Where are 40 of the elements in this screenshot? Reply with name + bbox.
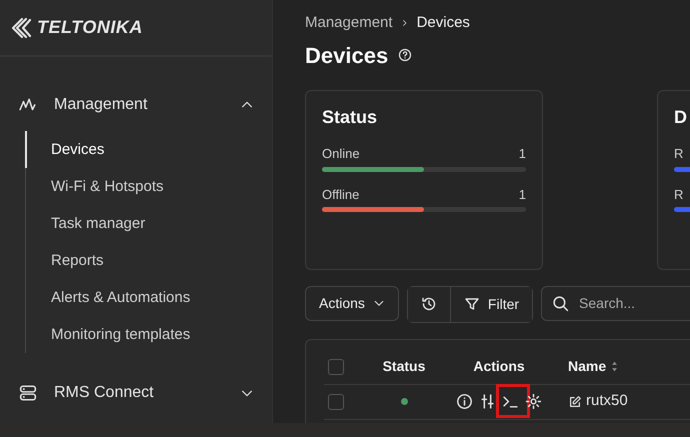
stat-label: R [674,145,684,164]
sidebar-item[interactable]: Reports [25,242,272,279]
stat-label: R [674,186,684,204]
search-field[interactable]: Search... [541,286,690,320]
device-name: rutx50 [586,391,628,412]
sidebar-item[interactable]: Devices [25,131,272,168]
logo-text: TELTONIKA [37,16,143,39]
column-header: Status [382,357,426,376]
filter-button[interactable]: Filter [450,286,532,322]
search-input[interactable]: Search... [577,292,690,314]
breadcrumb-item[interactable]: Management [305,12,393,34]
server-icon [18,384,38,402]
gear-icon[interactable] [525,393,542,410]
page-title: Devices [305,42,388,70]
select-all-checkbox[interactable] [328,358,344,374]
sidebar-item[interactable]: Monitoring templates [25,316,272,353]
card-title: D [674,106,688,128]
search-icon [552,294,570,312]
actions-button[interactable]: Actions [305,286,399,320]
stat-count: 1 [518,145,526,164]
stat-count: 1 [518,186,526,204]
sliders-icon[interactable] [479,393,496,410]
info-icon[interactable] [456,393,473,410]
sidebar-item[interactable]: Wi-Fi & Hotspots [25,168,272,205]
sidebar-item[interactable]: Task manager [25,205,272,242]
help-icon [398,48,412,62]
stat-label: Online [322,145,360,164]
breadcrumb-item: Devices [416,13,470,33]
sidebar-section[interactable]: Management [0,87,272,123]
card-title: Status [322,106,378,128]
history-icon [420,296,437,312]
column-header[interactable]: Name [568,356,620,377]
filter-icon [464,296,480,312]
row-checkbox[interactable] [328,394,344,410]
sidebar-item[interactable]: Alerts & Automations [25,279,272,316]
column-header: Actions [473,357,525,376]
stat-label: Offline [322,186,360,204]
sidebar-section[interactable]: RMS Connect [0,375,272,411]
chevron-right-icon [400,18,409,28]
edit-icon [568,394,582,408]
